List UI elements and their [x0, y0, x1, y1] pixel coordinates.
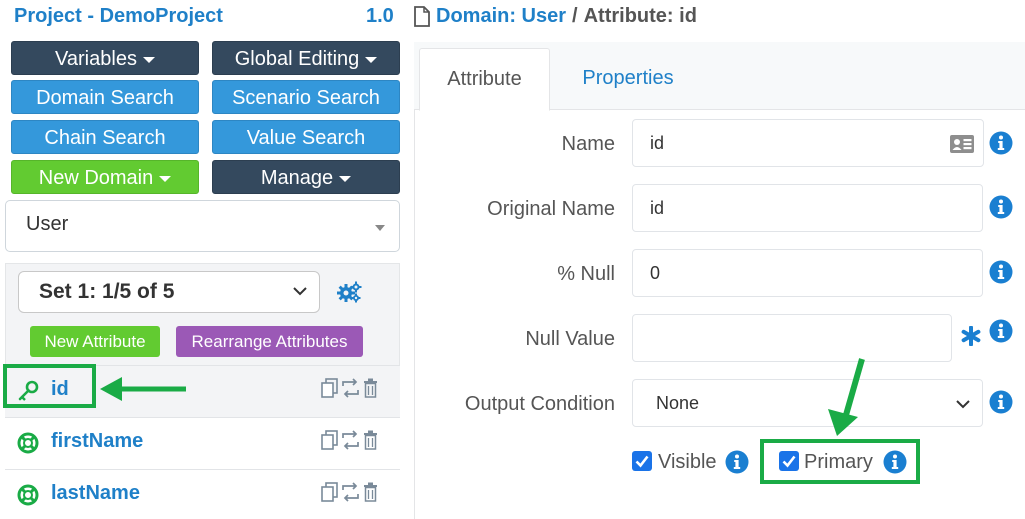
manage-label: Manage [260, 167, 334, 189]
row-actions [321, 378, 378, 403]
null-value-label: Null Value [525, 328, 615, 350]
domain-select[interactable]: User [5, 200, 400, 252]
checkmark-icon [635, 455, 649, 468]
row-actions [321, 430, 378, 455]
annotation-arrow-left-icon [100, 377, 186, 401]
global-editing-label: Global Editing [234, 48, 360, 70]
scenario-search-button[interactable]: Scenario Search [212, 80, 400, 114]
info-icon[interactable] [989, 319, 1013, 343]
tab-properties[interactable]: Properties [560, 48, 696, 111]
attribute-set-select[interactable]: Set 1: 1/5 of 5 [18, 271, 320, 313]
original-name-label: Original Name [487, 198, 615, 220]
breadcrumb-domain-link[interactable]: Domain: User [436, 5, 566, 28]
breadcrumb-attribute: Attribute: id [583, 5, 697, 27]
attribute-name: firstName [51, 430, 144, 452]
caret-down-icon [339, 175, 352, 182]
lifebuoy-icon [17, 432, 39, 454]
attribute-row-firstname[interactable]: firstName [5, 417, 400, 469]
required-asterisk-icon [961, 326, 981, 346]
breadcrumb: Domain: User / Attribute: id [414, 5, 697, 28]
trash-icon[interactable] [363, 430, 378, 455]
domain-search-button[interactable]: Domain Search [11, 80, 199, 114]
attribute-name: lastName [51, 482, 140, 504]
new-attribute-button[interactable]: New Attribute [30, 326, 160, 357]
gears-settings-icon[interactable] [337, 281, 362, 303]
copy-icon[interactable] [321, 378, 338, 403]
trash-icon[interactable] [363, 482, 378, 507]
value-search-button[interactable]: Value Search [212, 120, 400, 154]
null-value-input[interactable] [632, 314, 952, 362]
chain-search-button[interactable]: Chain Search [11, 120, 199, 154]
rearrange-attributes-button[interactable]: Rearrange Attributes [176, 326, 363, 357]
new-domain-label: New Domain [38, 167, 154, 189]
trash-icon[interactable] [363, 378, 378, 403]
copy-icon[interactable] [321, 482, 338, 507]
name-input[interactable]: id [632, 119, 984, 167]
visible-checkbox[interactable] [632, 451, 652, 471]
pct-null-input-value: 0 [650, 263, 661, 283]
variables-dropdown-button[interactable]: Variables [11, 41, 199, 75]
row-actions [321, 482, 378, 507]
info-icon[interactable] [725, 450, 749, 474]
caret-down-icon [142, 56, 155, 63]
domain-select-value: User [26, 213, 69, 235]
global-editing-dropdown-button[interactable]: Global Editing [212, 41, 400, 75]
output-condition-label: Output Condition [464, 393, 615, 415]
manage-dropdown-button[interactable]: Manage [212, 160, 400, 194]
tab-attribute[interactable]: Attribute [419, 48, 550, 111]
project-title: Project - DemoProject [14, 5, 223, 27]
annotation-highlight-box [3, 364, 96, 408]
project-version: 1.0 [366, 5, 394, 27]
variables-label: Variables [55, 48, 137, 70]
file-icon [414, 6, 430, 27]
new-domain-dropdown-button[interactable]: New Domain [11, 160, 199, 194]
original-name-input-value: id [650, 198, 665, 218]
chevron-down-icon [956, 400, 970, 409]
name-input-value: id [650, 133, 665, 153]
sync-icon[interactable] [341, 430, 360, 455]
original-name-input[interactable]: id [632, 184, 983, 232]
pct-null-input[interactable]: 0 [632, 249, 983, 297]
info-icon[interactable] [989, 390, 1013, 414]
lifebuoy-icon [17, 484, 39, 506]
annotation-arrow-down-icon [828, 358, 865, 436]
visible-label: Visible [658, 451, 717, 473]
caret-down-icon [365, 56, 378, 63]
output-condition-select[interactable]: None [632, 379, 983, 427]
breadcrumb-separator: / [572, 5, 578, 27]
sync-icon[interactable] [341, 482, 360, 507]
chevron-down-icon [293, 287, 307, 296]
attribute-set-value: Set 1: 1/5 of 5 [39, 280, 175, 303]
sync-icon[interactable] [341, 378, 360, 403]
info-icon[interactable] [989, 195, 1013, 219]
info-icon[interactable] [989, 131, 1013, 155]
output-condition-value: None [656, 393, 700, 413]
attribute-row-lastname[interactable]: lastName [5, 469, 400, 519]
dropdown-arrow-icon [375, 225, 385, 231]
copy-icon[interactable] [321, 430, 338, 455]
id-card-icon [950, 135, 974, 153]
name-label: Name [561, 133, 615, 155]
caret-down-icon [159, 175, 172, 182]
info-icon[interactable] [989, 260, 1013, 284]
annotation-highlight-box [760, 439, 920, 484]
pct-null-label: % Null [557, 263, 615, 285]
